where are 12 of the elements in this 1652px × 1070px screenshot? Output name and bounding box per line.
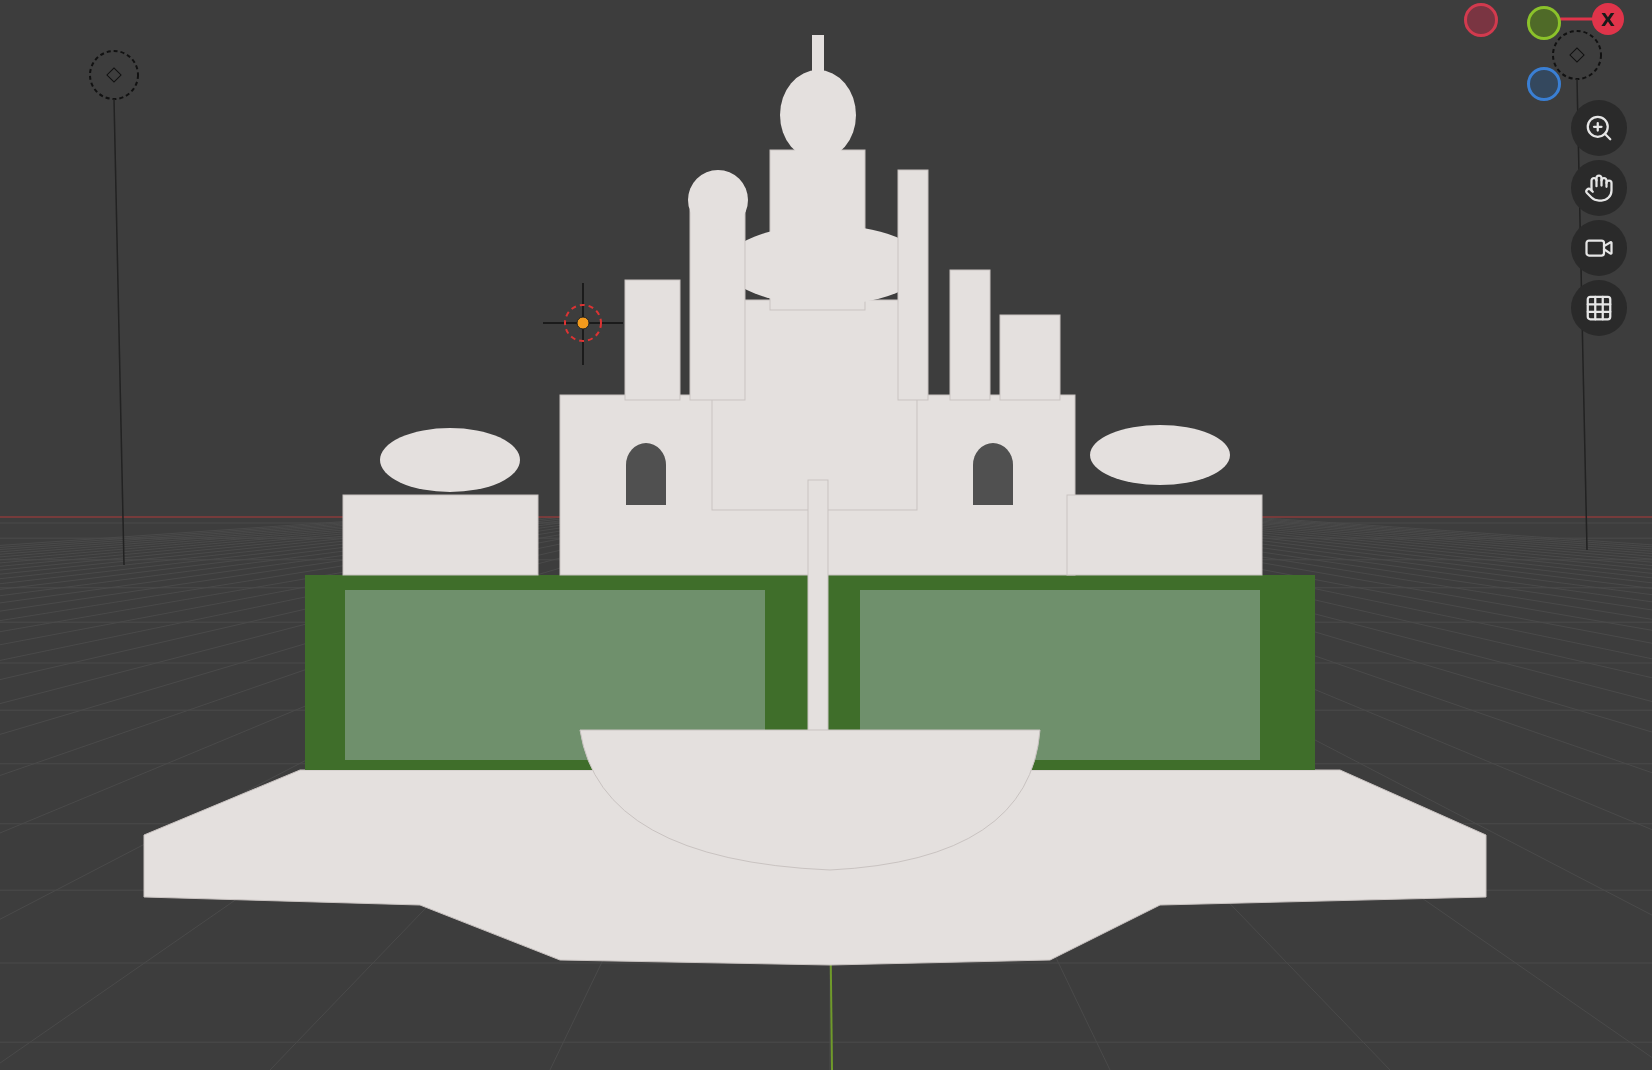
x-axis-button[interactable]: X xyxy=(1592,3,1624,35)
grid-icon xyxy=(1584,293,1614,323)
hand-icon xyxy=(1584,173,1614,203)
axis-circle-icon[interactable] xyxy=(1527,6,1561,40)
cursor-3d-icon xyxy=(542,282,624,366)
zoom-button[interactable] xyxy=(1571,100,1627,156)
zoom-icon xyxy=(1584,113,1614,143)
camera-button[interactable] xyxy=(1571,220,1627,276)
light-object-icon xyxy=(89,50,139,566)
axis-circle-icon[interactable] xyxy=(1527,67,1561,101)
pan-button[interactable] xyxy=(1571,160,1627,216)
perspective-button[interactable] xyxy=(1571,280,1627,336)
